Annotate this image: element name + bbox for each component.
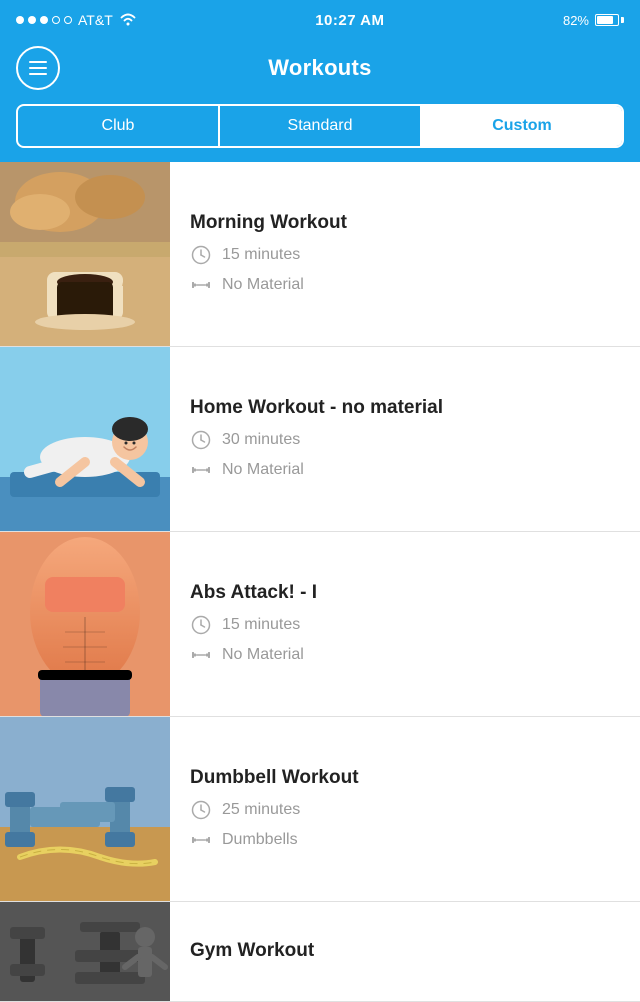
duration-row-home: 30 minutes — [190, 429, 620, 451]
workout-name-morning: Morning Workout — [190, 212, 620, 235]
status-right: 82% — [563, 13, 624, 28]
wifi-icon — [119, 12, 137, 29]
dot-5 — [64, 16, 72, 24]
header-title: Workouts — [268, 55, 371, 81]
material-row-dumbbell: Dumbbells — [190, 829, 620, 851]
duration-text-morning: 15 minutes — [222, 246, 300, 264]
clock-icon-home — [190, 429, 212, 451]
workout-thumb-abs — [0, 532, 170, 717]
carrier-label: AT&T — [78, 12, 113, 28]
workout-name-home: Home Workout - no material — [190, 397, 620, 420]
battery-icon — [595, 14, 624, 26]
workout-meta-dumbbell: 25 minutes Dumbbells — [190, 799, 620, 851]
duration-row-dumbbell: 25 minutes — [190, 799, 620, 821]
header: Workouts — [0, 40, 640, 104]
workout-name-dumbbell: Dumbbell Workout — [190, 767, 620, 790]
workout-thumb-home — [0, 347, 170, 532]
workout-info-dumbbell: Dumbbell Workout 25 minutes — [170, 717, 640, 901]
workout-thumb-gym — [0, 902, 170, 1002]
workout-thumb-morning — [0, 162, 170, 347]
status-left: AT&T — [16, 12, 137, 29]
workout-thumb-dumbbell — [0, 717, 170, 902]
dumbbell-icon-morning — [190, 274, 212, 296]
tabs-container: Club Standard Custom — [16, 104, 624, 148]
workout-meta-morning: 15 minutes No Material — [190, 244, 620, 296]
duration-text-home: 30 minutes — [222, 431, 300, 449]
status-bar: AT&T 10:27 AM 82% — [0, 0, 640, 40]
hamburger-icon — [29, 61, 47, 75]
menu-button[interactable] — [16, 46, 60, 90]
dot-3 — [40, 16, 48, 24]
dot-1 — [16, 16, 24, 24]
dumbbell-icon-dumbbell — [190, 829, 212, 851]
dumbbell-icon-abs — [190, 644, 212, 666]
duration-row-morning: 15 minutes — [190, 244, 620, 266]
tab-bar: Club Standard Custom — [0, 104, 640, 162]
workout-list: Morning Workout 15 minutes — [0, 162, 640, 1002]
workout-item-home[interactable]: Home Workout - no material 30 minutes — [0, 347, 640, 532]
material-text-dumbbell: Dumbbells — [222, 831, 298, 849]
dot-2 — [28, 16, 36, 24]
clock-icon-dumbbell — [190, 799, 212, 821]
workout-item-gym[interactable]: Gym Workout — [0, 902, 640, 1002]
workout-name-gym: Gym Workout — [190, 940, 620, 963]
material-text-abs: No Material — [222, 646, 304, 664]
material-text-morning: No Material — [222, 276, 304, 294]
tab-custom[interactable]: Custom — [422, 106, 622, 146]
workout-item-dumbbell[interactable]: Dumbbell Workout 25 minutes — [0, 717, 640, 902]
clock-icon-morning — [190, 244, 212, 266]
duration-text-dumbbell: 25 minutes — [222, 801, 300, 819]
workout-meta-home: 30 minutes No Material — [190, 429, 620, 481]
material-row-home: No Material — [190, 459, 620, 481]
tab-club[interactable]: Club — [18, 106, 218, 146]
workout-meta-abs: 15 minutes No Material — [190, 614, 620, 666]
material-row-abs: No Material — [190, 644, 620, 666]
workout-info-home: Home Workout - no material 30 minutes — [170, 347, 640, 531]
workout-info-morning: Morning Workout 15 minutes — [170, 162, 640, 346]
workout-info-abs: Abs Attack! - I 15 minutes — [170, 532, 640, 716]
workout-name-abs: Abs Attack! - I — [190, 582, 620, 605]
clock-icon-abs — [190, 614, 212, 636]
workout-item-abs[interactable]: Abs Attack! - I 15 minutes — [0, 532, 640, 717]
duration-row-abs: 15 minutes — [190, 614, 620, 636]
tab-standard[interactable]: Standard — [220, 106, 420, 146]
material-row-morning: No Material — [190, 274, 620, 296]
battery-label: 82% — [563, 13, 589, 28]
status-time: 10:27 AM — [315, 12, 384, 29]
dot-4 — [52, 16, 60, 24]
dumbbell-icon-home — [190, 459, 212, 481]
duration-text-abs: 15 minutes — [222, 616, 300, 634]
workout-info-gym: Gym Workout — [170, 902, 640, 1001]
workout-item-morning[interactable]: Morning Workout 15 minutes — [0, 162, 640, 347]
material-text-home: No Material — [222, 461, 304, 479]
signal-dots — [16, 16, 72, 24]
